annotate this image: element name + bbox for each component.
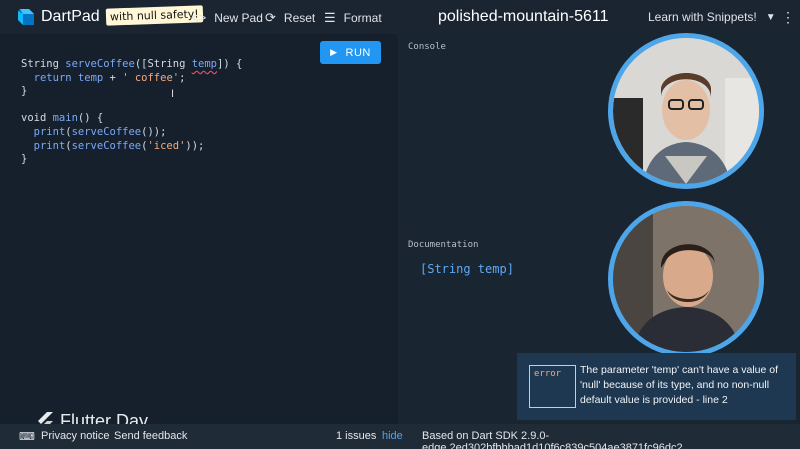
more-vert-icon[interactable]: ⋮ — [781, 9, 795, 26]
speaker-1-image — [613, 38, 759, 184]
issues-count: 1 issues — [336, 430, 377, 442]
format-label: Format — [343, 11, 382, 25]
code-line-3: } — [21, 85, 28, 98]
speaker-video-1 — [608, 33, 764, 189]
speaker-2-image — [613, 206, 759, 352]
text-cursor-icon: I — [171, 88, 175, 100]
reset-button[interactable]: ⟳ Reset — [265, 10, 315, 26]
issue-panel[interactable]: error The parameter 'temp' can't have a … — [517, 353, 796, 420]
format-align-icon: ☰ — [324, 10, 336, 25]
run-button[interactable]: ▶ RUN — [320, 41, 381, 64]
refresh-icon: ⟳ — [265, 10, 276, 25]
run-label: RUN — [345, 46, 371, 59]
code-line-7: print(serveCoffee('iced')); — [33, 139, 205, 152]
error-message: The parameter 'temp' can't have a value … — [580, 364, 779, 406]
hide-issues-link[interactable]: hide — [382, 430, 403, 442]
code-icon: <> — [191, 10, 207, 25]
pad-title[interactable]: polished-mountain-5611 — [438, 8, 608, 26]
keyboard-icon[interactable]: ⌨ — [19, 430, 35, 443]
new-pad-button[interactable]: <> New Pad — [191, 10, 263, 25]
null-safety-badge: with null safety! — [105, 5, 204, 26]
error-tag: error — [529, 365, 576, 408]
app-title: DartPad — [41, 8, 100, 25]
console-label: Console — [408, 42, 446, 52]
code-line-5: void main() { — [21, 112, 104, 125]
snippets-label: Learn with Snippets! — [648, 10, 757, 24]
privacy-notice-link[interactable]: Privacy notice — [41, 430, 109, 442]
send-feedback-link[interactable]: Send feedback — [114, 430, 187, 442]
status-bar: ⌨ Privacy notice Send feedback 1 issues … — [0, 424, 800, 449]
code-content[interactable]: String serveCoffee([String temp]) { retu… — [21, 58, 242, 167]
chevron-down-icon: ▼ — [765, 11, 776, 23]
play-icon: ▶ — [330, 47, 338, 57]
sdk-info: Based on Dart SDK 2.9.0-edge.2ed302bfbbb… — [422, 430, 683, 449]
code-line-2: return temp + ' coffee'; — [33, 71, 186, 84]
speaker-video-2 — [608, 201, 764, 357]
app-header: DartPad with null safety! <> New Pad ⟳ R… — [0, 0, 800, 34]
format-button[interactable]: ☰ Format — [324, 10, 382, 26]
code-editor[interactable]: String serveCoffee([String temp]) { retu… — [0, 34, 398, 424]
dart-logo-icon — [18, 9, 34, 25]
new-pad-label: New Pad — [214, 10, 263, 25]
snippets-dropdown[interactable]: Learn with Snippets! ▼ — [648, 10, 776, 24]
doc-signature: [String temp] — [420, 262, 514, 276]
code-line-6: print(serveCoffee()); — [33, 125, 167, 138]
code-line-1: String serveCoffee([String temp]) { — [21, 58, 243, 70]
reset-label: Reset — [283, 11, 316, 25]
documentation-label: Documentation — [408, 240, 479, 250]
code-line-8: } — [21, 153, 28, 166]
